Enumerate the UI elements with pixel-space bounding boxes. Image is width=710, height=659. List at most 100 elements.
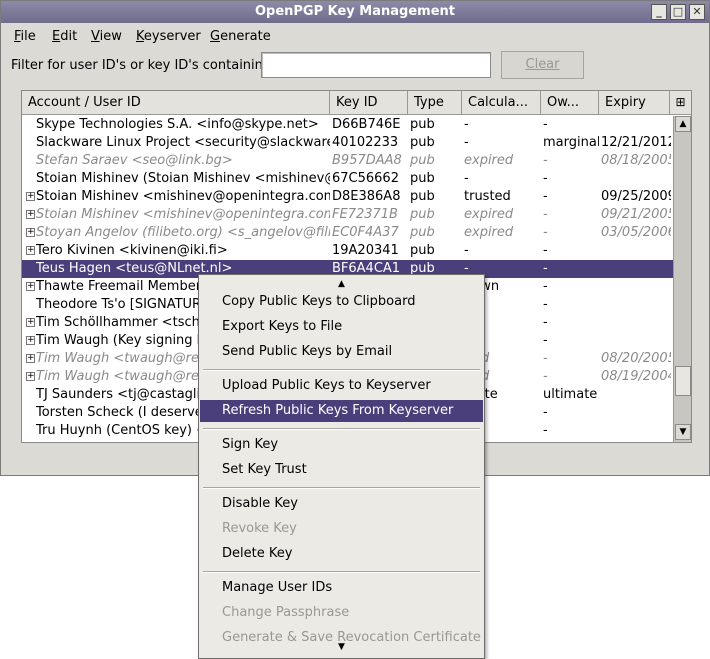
cell-key-id: D66B746E (332, 117, 401, 132)
cell-type: pub (410, 207, 435, 222)
maximize-button[interactable]: □ (670, 4, 686, 20)
menu-scroll-up-icon[interactable]: ▲ (199, 277, 484, 291)
column-header-key-id[interactable]: Key ID (330, 91, 408, 115)
expand-icon[interactable]: + (26, 336, 35, 345)
minimize-button[interactable]: _ (651, 4, 667, 20)
cell-owner-trust: - (543, 423, 548, 438)
menu-separator (203, 428, 480, 430)
menu-view[interactable]: View (91, 29, 122, 44)
title-bar[interactable]: OpenPGP Key Management _ □ ✕ (1, 1, 709, 23)
expand-icon[interactable]: + (26, 372, 35, 381)
expand-icon[interactable]: + (26, 318, 35, 327)
close-button[interactable]: ✕ (689, 4, 705, 20)
cell-owner-trust: - (543, 117, 548, 132)
menu-item-manage-user-ids[interactable]: Manage User IDs (200, 577, 483, 599)
scroll-up-icon[interactable]: ▲ (675, 116, 691, 132)
cell-expiry: 08/18/2005 (601, 153, 671, 168)
menu-edit-label: dit (60, 29, 78, 44)
cell-key-id: EC0F4A37 (332, 225, 399, 240)
table-row[interactable]: Skype Technologies S.A. <info@skype.net>… (22, 116, 673, 134)
cell-key-id: 40102233 (332, 135, 399, 150)
cell-owner-trust: - (543, 351, 548, 366)
menu-keyserver[interactable]: Keyserver (136, 29, 201, 44)
cell-user-id: Stoian Mishinev (Stoian Mishinev <mishin… (36, 171, 330, 186)
cell-calculated-trust: - (464, 135, 469, 150)
cell-owner-trust: - (543, 153, 548, 168)
cell-key-id: FE72371B (332, 207, 398, 222)
menu-file-label: ile (20, 29, 36, 44)
cell-owner-trust: - (543, 405, 548, 420)
menu-item-send-public-keys-by-email[interactable]: Send Public Keys by Email (200, 341, 483, 363)
menu-bar: File Edit View Keyserver Generate (1, 25, 709, 49)
menu-file[interactable]: File (14, 29, 36, 44)
menu-view-label: iew (99, 29, 122, 44)
menu-keyserver-label: eyserver (143, 29, 201, 44)
menu-item-refresh-public-keys-from-keyserver[interactable]: Refresh Public Keys From Keyserver (200, 400, 483, 422)
cell-type: pub (410, 171, 435, 186)
scrollbar-thumb[interactable] (675, 366, 691, 396)
cell-calculated-trust: - (464, 117, 469, 132)
column-header-type[interactable]: Type (408, 91, 462, 115)
expand-icon[interactable]: + (26, 228, 35, 237)
menu-item-copy-public-keys-to-clipboard[interactable]: Copy Public Keys to Clipboard (200, 291, 483, 313)
cell-key-id: 67C56662 (332, 171, 399, 186)
table-row[interactable]: Stefan Saraev <seo@link.bg> B957DAA8 pub ex… (22, 152, 673, 170)
column-header-owner-trust[interactable]: Ow... (541, 91, 599, 115)
menu-generate[interactable]: Generate (210, 29, 271, 44)
cell-user-id: Stefan Saraev <seo@link.bg> (36, 153, 233, 168)
cell-type: pub (410, 243, 435, 258)
expand-icon[interactable]: + (26, 210, 35, 219)
table-row[interactable]: + Tero Kivinen <kivinen@iki.fi> 19A20341 pu… (22, 242, 673, 260)
cell-user-id: Tero Kivinen <kivinen@iki.fi> (36, 243, 228, 258)
cell-owner-trust: - (543, 207, 548, 222)
menu-item-generate-and-save-revocation-certificate: Generate & Save Revocation Certificate (222, 630, 481, 645)
cell-expiry: 08/20/2005 (601, 351, 671, 366)
cell-owner-trust: - (543, 315, 548, 330)
filter-input[interactable] (261, 52, 491, 78)
filter-label: Filter for user ID's or key ID's contain… (11, 58, 276, 73)
cell-owner-trust: - (543, 225, 548, 240)
cell-type: pub (410, 117, 435, 132)
scroll-down-icon[interactable]: ▼ (675, 424, 691, 440)
cell-type: pub (410, 135, 435, 150)
context-menu: ▲ ▼ Copy Public Keys to Clipboard Export … (198, 274, 485, 659)
menu-item-change-passphrase: Change Passphrase (222, 605, 350, 620)
column-header-expiry[interactable]: Expiry (599, 91, 670, 115)
menu-item-set-key-trust[interactable]: Set Key Trust (200, 459, 483, 481)
menu-item-sign-key[interactable]: Sign Key (200, 434, 483, 456)
cell-key-id: B957DAA8 (332, 153, 402, 168)
menu-item-export-keys-to-file[interactable]: Export Keys to File (200, 316, 483, 338)
table-row[interactable]: + Stoian Mishinev <mishinev@openintegra.c… (22, 188, 673, 206)
cell-calculated-trust: expired (464, 207, 514, 222)
expand-icon[interactable]: + (26, 192, 35, 201)
table-row[interactable]: Slackware Linux Project <security@slackw… (22, 134, 673, 152)
cell-owner-trust: - (543, 189, 548, 204)
table-row[interactable]: Stoian Mishinev (Stoian Mishinev <mishin… (22, 170, 673, 188)
menu-item-upload-public-keys-to-keyserver[interactable]: Upload Public Keys to Keyserver (200, 375, 483, 397)
cell-calculated-trust: trusted (464, 189, 511, 204)
menu-view-mnemonic: V (91, 29, 100, 44)
table-row[interactable]: + Stoian Mishinev <mishinev@openintegra.c… (22, 206, 673, 224)
cell-type: pub (410, 153, 435, 168)
cell-calculated-trust: - (464, 171, 469, 186)
column-header-calculated-trust[interactable]: Calcula... (462, 91, 541, 115)
cell-owner-trust: - (543, 369, 548, 384)
column-chooser-icon[interactable]: ⊞ (670, 91, 691, 115)
expand-icon[interactable]: + (26, 354, 35, 363)
menu-edit[interactable]: Edit (52, 29, 77, 44)
vertical-scrollbar[interactable]: ▲ ▼ (673, 116, 691, 442)
cell-user-id: Stoian Mishinev <mishinev@openintegra.co… (36, 207, 330, 222)
menu-item-delete-key[interactable]: Delete Key (200, 543, 483, 565)
cell-type: pub (410, 189, 435, 204)
menu-item-disable-key[interactable]: Disable Key (200, 493, 483, 515)
cell-expiry: 09/25/2009 (601, 189, 671, 204)
cell-user-id: Stoian Mishinev <mishinev@openintegra.co… (36, 189, 330, 204)
clear-button[interactable]: Clear (501, 51, 584, 79)
expand-icon[interactable]: + (26, 246, 35, 255)
cell-type: pub (410, 225, 435, 240)
cell-calculated-trust: expired (464, 153, 514, 168)
clear-button-label: Clear (525, 57, 560, 72)
expand-icon[interactable]: + (26, 282, 35, 291)
table-row[interactable]: + Stoyan Angelov (filibeto.org) <s_angelo… (22, 224, 673, 242)
column-header-user-id[interactable]: Account / User ID (22, 91, 330, 115)
